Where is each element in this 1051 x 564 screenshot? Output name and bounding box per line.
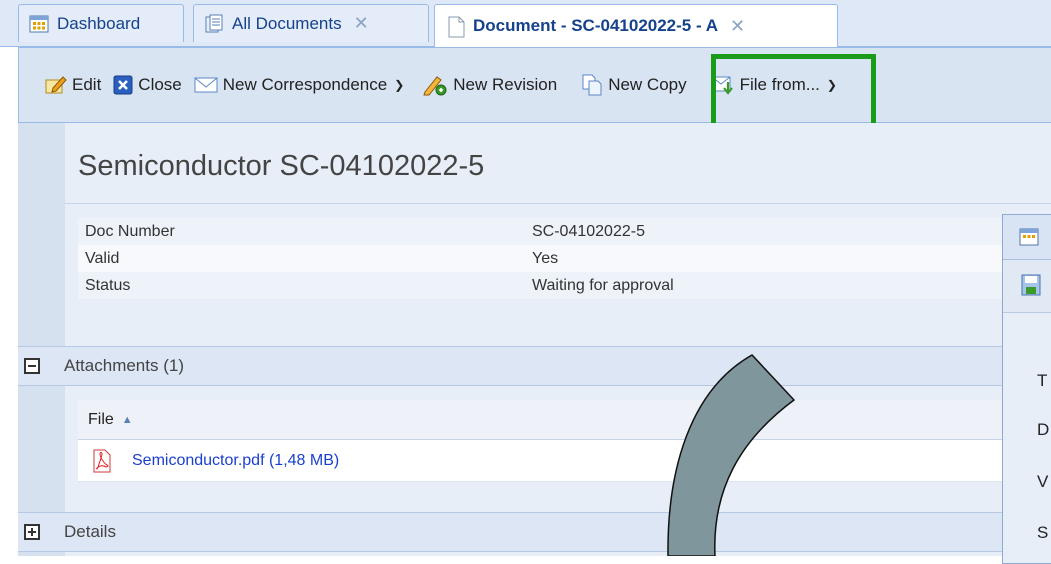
property-key: Valid: [85, 249, 120, 267]
attachment-link[interactable]: Semiconductor.pdf (1,48 MB): [132, 452, 339, 470]
copy-icon: [582, 74, 602, 96]
property-key: Status: [85, 276, 131, 294]
edit-icon: [45, 76, 67, 94]
documents-icon: [204, 14, 224, 34]
properties-table: Doc Number SC-04102022-5 Valid Yes Statu…: [78, 218, 1008, 299]
tab-label: Dashboard: [57, 13, 141, 33]
new-revision-button[interactable]: New Revision: [416, 68, 563, 102]
secondary-window: T D V S: [1002, 214, 1051, 564]
file-from-button[interactable]: File from... ❯: [705, 68, 843, 102]
tab-document[interactable]: Document - SC-04102022-5 - A ✕: [434, 4, 838, 47]
property-value: Waiting for approval: [532, 276, 674, 294]
property-value: Yes: [532, 249, 559, 267]
file-from-icon: [711, 76, 733, 95]
column-header-file[interactable]: File ▲: [78, 400, 1008, 440]
property-row: Valid Yes: [78, 245, 1008, 272]
new-correspondence-button[interactable]: New Correspondence ❯: [188, 68, 410, 102]
save-icon[interactable]: [1021, 274, 1041, 296]
close-button[interactable]: Close: [107, 68, 187, 102]
property-row: Doc Number SC-04102022-5: [78, 218, 1008, 245]
left-strip: [18, 123, 66, 556]
sort-ascending-icon: ▲: [121, 413, 133, 426]
pdf-icon: [93, 449, 111, 472]
field-label: V: [1037, 472, 1049, 491]
details-header[interactable]: Details: [18, 512, 1008, 552]
divider: [65, 203, 1051, 204]
tab-bar: Dashboard All Documents ✕ Document - SC-…: [0, 0, 1051, 47]
chevron-down-icon: ❯: [394, 78, 405, 92]
tab-all-documents[interactable]: All Documents ✕: [193, 4, 429, 42]
collapse-icon[interactable]: [24, 358, 40, 374]
edit-button[interactable]: Edit: [39, 68, 107, 102]
document-icon: [445, 16, 465, 38]
close-icon[interactable]: ✕: [730, 16, 745, 37]
close-icon: [113, 75, 133, 95]
attachments-header[interactable]: Attachments (1): [18, 346, 1008, 386]
tab-label: Document - SC-04102022-5 - A: [473, 16, 719, 35]
field-label: S: [1037, 523, 1049, 542]
property-key: Doc Number: [85, 222, 175, 240]
table-row[interactable]: Semiconductor.pdf (1,48 MB): [78, 440, 1008, 482]
expand-icon[interactable]: [24, 524, 40, 540]
dashboard-icon: [1019, 228, 1039, 246]
close-icon[interactable]: ✕: [354, 13, 369, 34]
page-title: Semiconductor SC-04102022-5: [78, 150, 485, 182]
chevron-down-icon: ❯: [826, 78, 837, 92]
attachments-grid: File ▲ Semiconductor.pdf (1,48 MB): [78, 400, 1008, 482]
field-label: T: [1037, 371, 1048, 390]
toolbar: Edit Close New Correspondence ❯ New Revi…: [18, 47, 1051, 123]
revision-icon: [423, 76, 447, 96]
tab-label: All Documents: [232, 13, 342, 33]
document-panel: [65, 123, 1051, 556]
field-label: D: [1037, 420, 1050, 439]
mail-icon: [194, 77, 218, 93]
property-row: Status Waiting for approval: [78, 272, 1008, 299]
new-copy-button[interactable]: New Copy: [575, 68, 692, 102]
property-value: SC-04102022-5: [532, 222, 645, 240]
dashboard-icon: [29, 14, 49, 34]
tab-dashboard[interactable]: Dashboard: [18, 4, 184, 42]
